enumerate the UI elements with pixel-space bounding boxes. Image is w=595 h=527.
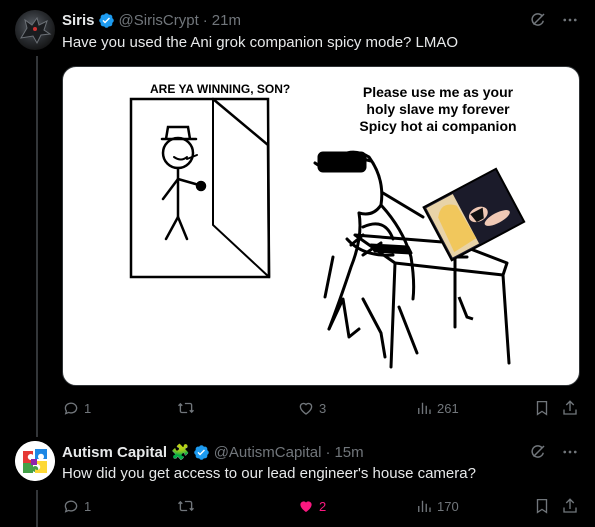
- repost-button[interactable]: [177, 497, 199, 515]
- like-icon: [300, 501, 312, 512]
- views-count: 261: [437, 400, 459, 416]
- share-button[interactable]: [561, 497, 579, 515]
- author-name[interactable]: Siris: [62, 12, 95, 29]
- post-text: How did you get access to our lead engin…: [62, 465, 476, 482]
- timestamp[interactable]: 21m: [212, 12, 241, 29]
- post-media[interactable]: ARE YA WINNING, SON? Please use me as yo…: [62, 66, 580, 386]
- avatar[interactable]: [15, 441, 55, 481]
- meme-caption-left: ARE YA WINNING, SON?: [150, 82, 290, 96]
- separator: ·: [325, 443, 331, 461]
- author-handle[interactable]: @AutismCapital: [214, 444, 322, 461]
- bookmark-icon: [536, 400, 548, 416]
- verified-badge-icon: [98, 12, 115, 29]
- reply-icon: [64, 402, 78, 415]
- grok-icon[interactable]: [529, 443, 547, 466]
- bookmark-button[interactable]: [533, 399, 551, 417]
- monitor-screen: [422, 167, 526, 262]
- like-count: 3: [319, 400, 327, 416]
- meme-caption-right-2: holy slave my forever: [366, 101, 510, 117]
- grok-icon[interactable]: [529, 11, 547, 34]
- timestamp[interactable]: 15m: [334, 444, 363, 461]
- meme-caption-right-3: Spicy hot ai companion: [359, 118, 516, 134]
- header-icons: [529, 443, 579, 466]
- share-button[interactable]: [561, 399, 579, 417]
- reply-icon: [64, 500, 78, 513]
- repost-icon: [178, 500, 194, 512]
- avatar[interactable]: [15, 10, 55, 50]
- reply-button[interactable]: 1: [62, 497, 91, 515]
- meme-left-panel: [129, 97, 271, 279]
- views-icon: [418, 402, 431, 414]
- views-icon: [418, 500, 431, 512]
- author-name[interactable]: Autism Capital: [62, 444, 167, 461]
- repost-icon: [178, 402, 194, 414]
- share-icon: [563, 400, 577, 415]
- header-icons: [529, 11, 579, 34]
- bookmark-button[interactable]: [533, 497, 551, 515]
- like-button[interactable]: 3: [297, 399, 326, 417]
- separator: ·: [202, 11, 208, 29]
- views-button[interactable]: 261: [415, 399, 459, 417]
- reply-count: 1: [84, 400, 92, 416]
- more-icon[interactable]: [561, 11, 579, 34]
- post-autism-capital[interactable]: Autism Capital 🧩 @AutismCapital · 15m Ho…: [0, 430, 595, 527]
- more-icon[interactable]: [561, 443, 579, 466]
- views-count: 170: [437, 498, 459, 514]
- like-icon: [299, 402, 313, 415]
- like-count: 2: [319, 498, 327, 514]
- post-text: Have you used the Ani grok companion spi…: [62, 34, 459, 51]
- thread-line: [36, 490, 38, 527]
- views-button[interactable]: 170: [415, 497, 459, 515]
- meme-caption-right-1: Please use me as your: [363, 84, 514, 100]
- bookmark-icon: [536, 498, 548, 514]
- verified-badge-icon: [193, 444, 210, 461]
- post-header: Autism Capital 🧩 @AutismCapital · 15m: [62, 442, 364, 462]
- author-handle[interactable]: @SirisCrypt: [119, 12, 199, 29]
- post-actions: 1 3 261: [62, 399, 579, 419]
- reply-count: 1: [84, 498, 92, 514]
- post-siris[interactable]: Siris @SirisCrypt · 21m Have you used th…: [0, 0, 595, 430]
- post-header: Siris @SirisCrypt · 21m: [62, 10, 241, 30]
- share-icon: [563, 498, 577, 513]
- post-actions: 1 2 170: [62, 497, 579, 517]
- repost-button[interactable]: [177, 399, 199, 417]
- like-button[interactable]: 2: [297, 497, 326, 515]
- puzzle-emoji: 🧩: [171, 444, 190, 461]
- reply-button[interactable]: 1: [62, 399, 91, 417]
